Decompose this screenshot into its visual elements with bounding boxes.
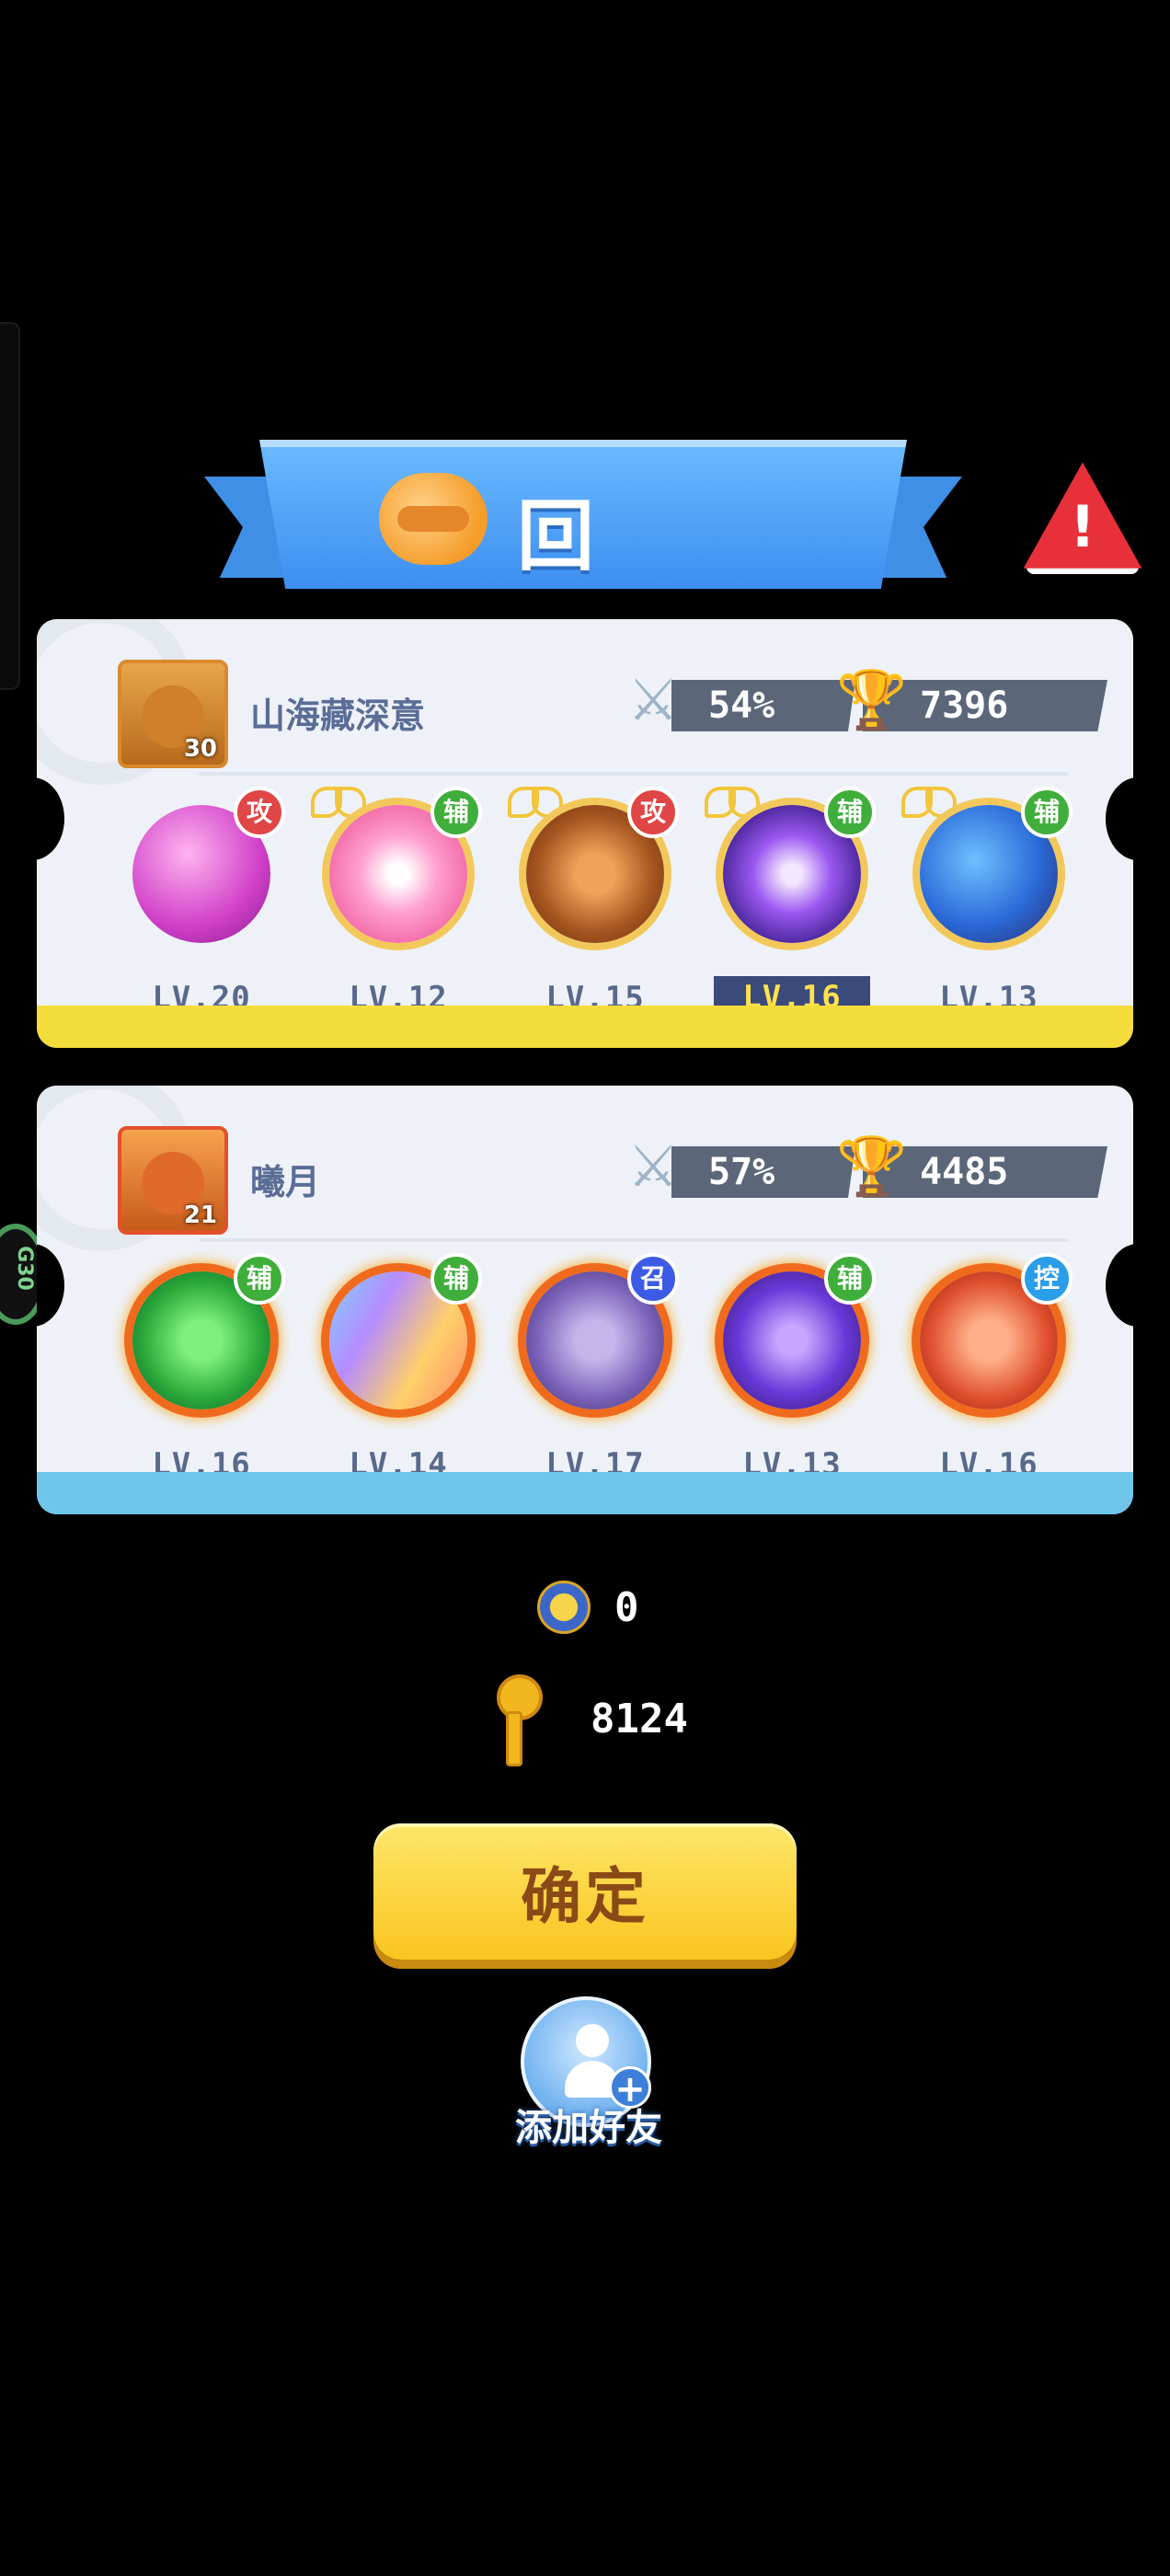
avatar-level: 21 [183,1202,217,1229]
key-icon [488,1674,543,1766]
skill-type-badge: 召 [627,1253,679,1305]
skill-type-badge: 辅 [430,1253,482,1305]
skill-type-badge: 控 [1021,1253,1072,1305]
avatar[interactable]: 21 [118,1126,228,1235]
coin-count: 0 [614,1583,639,1631]
skill-slot[interactable]: 辅 LV.13 [901,787,1072,1017]
key-reward: 8124 [488,1673,688,1766]
skill-slot[interactable]: 攻 LV.20 [123,787,285,1017]
key-count: 8124 [591,1695,688,1742]
skill-slot[interactable]: 辅 LV.16 [123,1253,285,1483]
skill-type-badge: 攻 [627,787,679,838]
coin-reward: 0 [537,1575,639,1639]
card-bottom-bar [37,1472,1133,1514]
skill-slot[interactable]: 召 LV.17 [517,1253,679,1483]
gold-bow-icon [311,783,362,820]
round-banner: 回合:1653 [204,440,962,596]
player-name: 曦月 [250,1162,321,1202]
crossed-swords-icon: ⚔ [627,666,679,733]
side-panel-tab[interactable] [0,322,20,690]
skill-type-badge: 辅 [824,1253,876,1305]
skill-slot[interactable]: 辅 LV.12 [311,787,482,1017]
skill-type-badge: 辅 [1021,787,1072,838]
gold-bow-icon [705,783,756,820]
gold-bow-icon [508,783,559,820]
report-warning-button[interactable]: ! [1021,460,1144,578]
skill-type-badge: 辅 [430,787,482,838]
player-card-2: 21 曦月 57% ⚔ 4485 🏆 辅 LV.16 辅 LV.14 召 LV.… [37,1086,1133,1514]
skill-slot[interactable]: 控 LV.16 [911,1253,1072,1483]
handshake-icon [379,473,488,565]
banner-body: 回合:1653 [259,440,907,589]
trophy-icon: 🏆 [836,1133,908,1200]
crossed-swords-icon: ⚔ [627,1133,679,1200]
skill-type-badge: 攻 [234,787,285,838]
skill-slot[interactable]: 辅 LV.16 [705,787,876,1018]
skill-slot[interactable]: 攻 LV.15 [508,787,679,1017]
gold-bow-icon [901,783,953,820]
avatar-level: 30 [183,735,217,763]
skill-slot[interactable]: 辅 LV.13 [714,1253,876,1483]
skill-type-badge: 辅 [234,1253,285,1305]
card-bottom-bar [37,1006,1133,1048]
add-friend-label: 添加好友 [515,2107,662,2149]
trophy-icon: 🏆 [836,666,908,733]
player-name: 山海藏深意 [250,696,426,736]
player-card-1: 30 山海藏深意 54% ⚔ 7396 🏆 攻 LV.20 辅 LV.12 攻 … [37,619,1133,1048]
confirm-button[interactable]: 确定 [373,1823,797,1960]
star-coin-icon [537,1581,591,1634]
skill-type-badge: 辅 [824,787,876,838]
win-rate: 57% [671,1146,855,1198]
skill-slot[interactable]: 辅 LV.14 [320,1253,482,1483]
win-rate: 54% [671,680,855,731]
avatar[interactable]: 30 [118,660,228,768]
add-friend-button[interactable]: + 添加好友 [497,1996,681,2153]
